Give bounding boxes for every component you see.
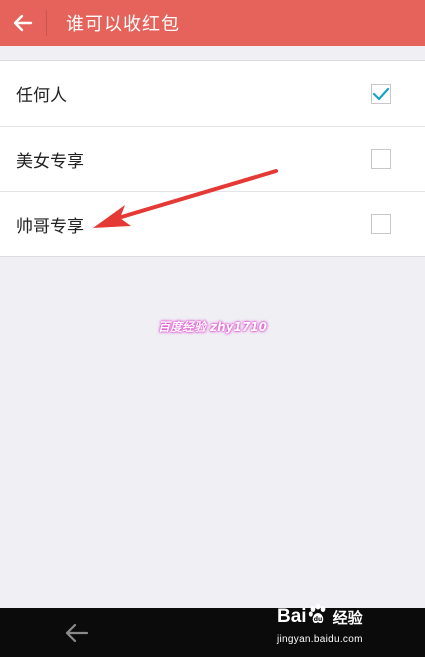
option-checkbox-checked[interactable] [371, 83, 391, 104]
option-list: 任何人 美女专享 帅哥专享 [0, 60, 425, 257]
baidu-jingyan-text: 经验 [332, 608, 363, 627]
option-checkbox[interactable] [371, 149, 391, 169]
arrow-left-icon [65, 623, 89, 643]
option-label: 帅哥专享 [16, 216, 84, 237]
arrow-left-icon [13, 14, 33, 32]
back-button[interactable] [0, 0, 46, 46]
option-label: 美女专享 [16, 151, 84, 172]
option-row-beauty[interactable]: 美女专享 [0, 126, 425, 191]
option-row-anyone[interactable]: 任何人 [0, 61, 425, 126]
page-title: 谁可以收红包 [66, 14, 180, 35]
action-bar: 谁可以收红包 [0, 0, 425, 46]
paw-icon: du [308, 603, 328, 631]
option-row-handsome[interactable]: 帅哥专享 [0, 191, 425, 256]
nav-back-button[interactable] [62, 620, 92, 646]
baidu-jingyan-logo: Bai du 经验 jingyan.baidu.com [277, 603, 397, 653]
watermark-text: 百度经验 zhy1710 [158, 320, 267, 334]
header-divider [46, 10, 47, 36]
option-label: 任何人 [16, 86, 67, 106]
option-checkbox[interactable] [371, 214, 391, 234]
baidu-logo: Bai du 经验 [277, 603, 397, 631]
baidu-url: jingyan.baidu.com [277, 634, 363, 645]
baidu-logo-text: Bai [277, 606, 307, 627]
svg-text:du: du [313, 616, 322, 623]
screen: 谁可以收红包 任何人 美女专享 帅哥专享 百度经验 zhy1710 Bai du… [0, 0, 425, 657]
checkmark-icon [372, 87, 390, 100]
